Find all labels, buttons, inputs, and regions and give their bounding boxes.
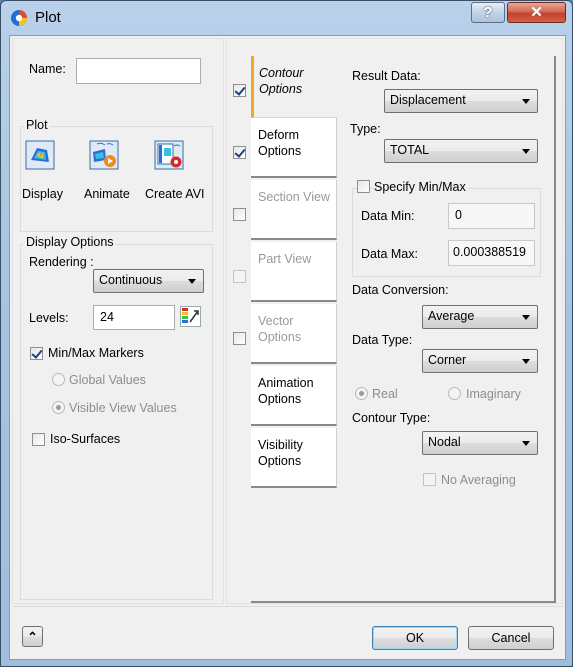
no-averaging-checkbox	[423, 473, 436, 486]
tab-contour-label-2: Options	[259, 82, 303, 96]
tab-deform-options[interactable]: Deform Options	[251, 118, 337, 178]
rendering-dropdown[interactable]: Continuous	[93, 269, 204, 293]
visible-view-values-label: Visible View Values	[69, 401, 177, 415]
result-data-label: Result Data:	[352, 69, 421, 83]
data-type-label: Data Type:	[352, 333, 413, 347]
display-button[interactable]	[25, 140, 55, 170]
tab-section-view-checkbox[interactable]	[233, 208, 246, 221]
tab-contour-checkbox[interactable]	[233, 84, 246, 97]
display-options-group	[20, 244, 213, 600]
type-label: Type:	[350, 122, 381, 136]
tab-section-view-label: Section View	[258, 190, 331, 204]
chevron-down-icon	[522, 99, 530, 104]
type-value: TOTAL	[390, 143, 430, 157]
result-data-dropdown[interactable]: Displacement	[384, 89, 538, 113]
tab-visibility-options[interactable]: Visibility Options	[251, 428, 337, 488]
plot-dialog: Plot ? ✕ Name: Plot Display Animate Crea…	[0, 0, 573, 667]
color-scale-icon	[182, 308, 199, 323]
footer-divider	[12, 606, 563, 607]
display-label: Display	[22, 187, 63, 201]
create-avi-icon	[154, 140, 184, 170]
tab-visibility-label-1: Visibility	[258, 438, 303, 452]
data-min-field: 0	[448, 203, 535, 229]
contour-type-value: Nodal	[428, 435, 461, 449]
real-radio[interactable]	[355, 387, 368, 400]
chevron-down-icon	[188, 279, 196, 284]
type-dropdown[interactable]: TOTAL	[384, 139, 538, 163]
levels-input[interactable]: 24	[93, 305, 175, 330]
window-title: Plot	[35, 9, 61, 26]
chevron-down-icon	[522, 359, 530, 364]
double-chevron-up-icon: ⌃	[27, 630, 38, 644]
tab-deform-label-1: Deform	[258, 128, 299, 142]
tab-animation-options[interactable]: Animation Options	[251, 366, 337, 426]
create-avi-button[interactable]	[154, 140, 184, 170]
tab-vector-options[interactable]: Vector Options	[251, 304, 337, 364]
imaginary-label: Imaginary	[466, 387, 521, 401]
data-conversion-value: Average	[428, 309, 475, 323]
no-averaging-label: No Averaging	[441, 473, 516, 487]
tab-animation-label-2: Options	[258, 392, 302, 406]
chevron-down-icon	[522, 149, 530, 154]
data-conversion-label: Data Conversion:	[352, 283, 449, 297]
iso-surfaces-checkbox[interactable]	[32, 433, 45, 446]
tab-part-view[interactable]: Part View	[251, 242, 337, 302]
tab-part-view-checkbox	[233, 270, 246, 283]
global-values-radio[interactable]	[52, 373, 65, 386]
display-plot-icon	[25, 140, 55, 170]
data-max-label: Data Max:	[361, 247, 418, 261]
name-input[interactable]	[76, 58, 201, 84]
create-avi-label: Create AVI	[145, 187, 205, 201]
cancel-button[interactable]: Cancel	[468, 626, 554, 650]
tab-part-view-label: Part View	[258, 252, 312, 266]
display-options-title: Display Options	[24, 235, 116, 249]
dialog-body: Name: Plot Display Animate Create AVI Di…	[9, 35, 566, 660]
data-type-value: Corner	[428, 353, 467, 367]
levels-color-button[interactable]	[180, 306, 201, 327]
specify-minmax-label: Specify Min/Max	[374, 180, 468, 194]
plot-group-title: Plot	[24, 118, 50, 132]
tab-section-view[interactable]: Section View	[251, 180, 337, 240]
chevron-down-icon	[522, 315, 530, 320]
animate-icon	[89, 140, 119, 170]
minmax-markers-label: Min/Max Markers	[48, 346, 144, 360]
data-conversion-dropdown[interactable]: Average	[422, 305, 538, 329]
specify-minmax-checkbox[interactable]	[357, 180, 370, 193]
rendering-value: Continuous	[99, 273, 163, 287]
result-data-value: Displacement	[390, 93, 466, 107]
chevron-down-icon	[522, 441, 530, 446]
global-values-label: Global Values	[69, 373, 146, 387]
tab-vector-label-1: Vector	[258, 314, 294, 328]
animate-button[interactable]	[89, 140, 119, 170]
real-label: Real	[372, 387, 398, 401]
data-max-field: 0.000388519	[448, 240, 535, 266]
contour-type-label: Contour Type:	[352, 411, 431, 425]
close-button[interactable]: ✕	[507, 2, 566, 23]
tab-vector-checkbox[interactable]	[233, 332, 246, 345]
tab-contour-label-1: Contour	[259, 66, 304, 80]
tab-contour-options[interactable]: Contour Options	[251, 56, 337, 118]
tab-vector-label-2: Options	[258, 330, 302, 344]
rendering-label: Rendering :	[29, 255, 94, 269]
name-label: Name:	[29, 62, 66, 76]
iso-surfaces-label: Iso-Surfaces	[50, 432, 121, 446]
data-type-dropdown[interactable]: Corner	[422, 349, 538, 373]
title-bar[interactable]: Plot ? ✕	[1, 1, 572, 35]
tab-deform-checkbox[interactable]	[233, 146, 246, 159]
app-icon	[11, 10, 27, 26]
visible-view-values-radio[interactable]	[52, 401, 65, 414]
minmax-markers-checkbox[interactable]	[30, 347, 43, 360]
tab-animation-label-1: Animation	[258, 376, 314, 390]
data-min-label: Data Min:	[361, 209, 415, 223]
imaginary-radio[interactable]	[448, 387, 461, 400]
tab-deform-label-2: Options	[258, 144, 302, 158]
ok-button[interactable]: OK	[372, 626, 458, 650]
animate-label: Animate	[84, 187, 130, 201]
expand-button[interactable]: ⌃	[22, 626, 43, 647]
levels-label: Levels:	[29, 311, 69, 325]
contour-type-dropdown[interactable]: Nodal	[422, 431, 538, 455]
help-button[interactable]: ?	[471, 2, 505, 23]
tab-visibility-label-2: Options	[258, 454, 302, 468]
